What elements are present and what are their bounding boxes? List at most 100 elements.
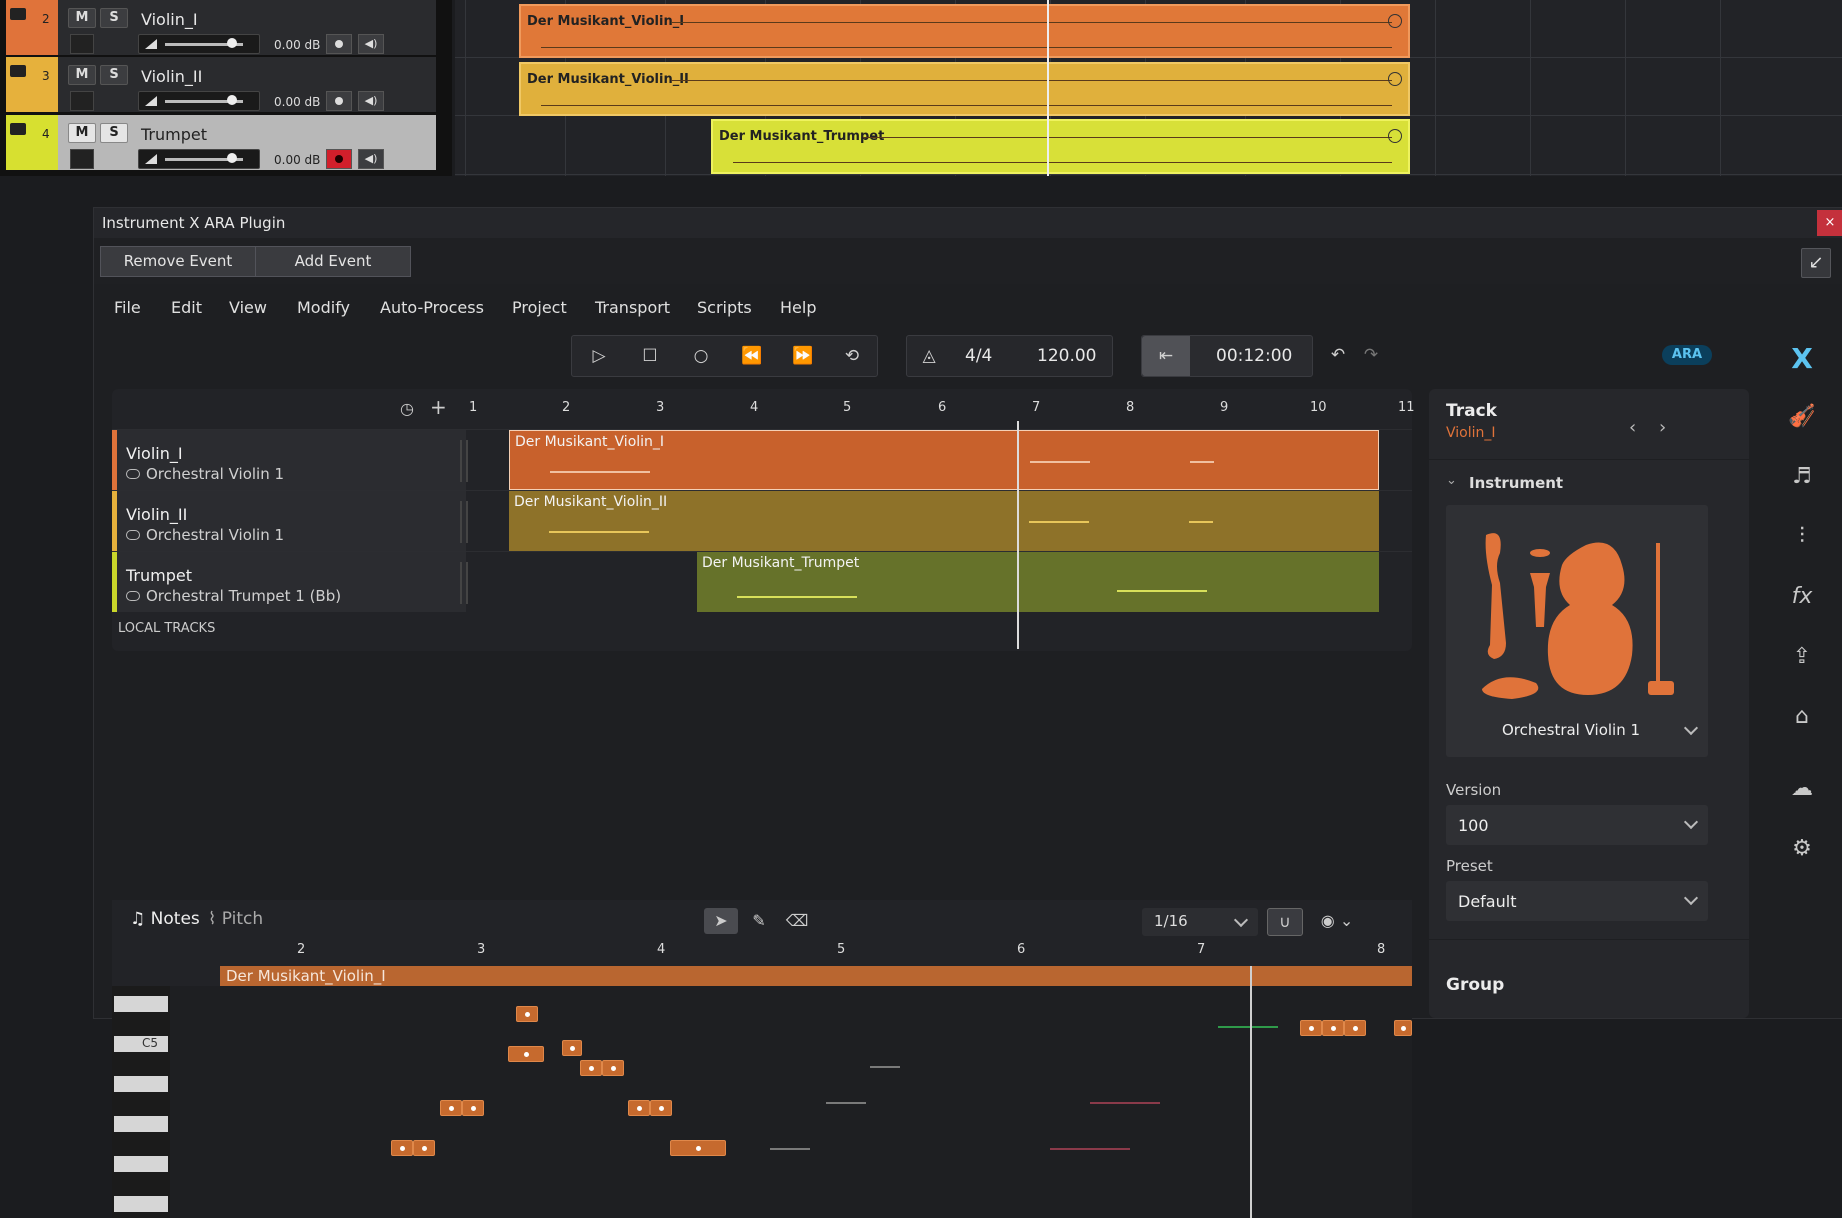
chevron-down-icon[interactable]: ⌄ xyxy=(1446,473,1457,488)
record-arm-button[interactable] xyxy=(326,34,352,54)
note[interactable] xyxy=(391,1140,413,1156)
tempo-value[interactable]: 120.00 xyxy=(1037,346,1096,366)
piano-key[interactable] xyxy=(114,996,168,1012)
visibility-eye-icon[interactable]: ◉ ⌄ xyxy=(1312,908,1362,934)
track-header[interactable]: Violin_I Orchestral Violin 1 xyxy=(112,430,468,490)
mute-button[interactable]: M xyxy=(68,65,96,85)
daw-arrange-view[interactable]: Der Musikant_Violin_I Der Musikant_Violi… xyxy=(455,0,1842,176)
daw-clip-violin-2[interactable]: Der Musikant_Violin_II xyxy=(519,62,1410,116)
menu-help[interactable]: Help xyxy=(780,298,816,317)
piano-key[interactable] xyxy=(114,1076,168,1092)
daw-track-violin-2[interactable]: 3 M S Violin_II 0.00 dB ◀) xyxy=(6,57,436,113)
robot-icon[interactable]: ⌂ xyxy=(1761,704,1842,729)
resize-handle[interactable] xyxy=(460,440,468,482)
note[interactable] xyxy=(628,1100,650,1116)
track-row-violin-2[interactable]: Violin_II Orchestral Violin 1 Der Musika… xyxy=(112,490,1412,551)
track-header[interactable]: Violin_II Orchestral Violin 1 xyxy=(112,491,468,551)
tab-notes[interactable]: ♫ Notes xyxy=(130,909,200,929)
daw-clip-trumpet[interactable]: Der Musikant_Trumpet xyxy=(711,119,1410,174)
return-to-start-icon[interactable]: ⇤ xyxy=(1142,336,1190,376)
note[interactable] xyxy=(1394,1020,1412,1036)
piano-key[interactable] xyxy=(114,1156,168,1172)
monitor-button[interactable]: ◀) xyxy=(358,149,384,169)
note[interactable] xyxy=(508,1046,544,1062)
track-header[interactable]: Trumpet Orchestral Trumpet 1 (Bb) xyxy=(112,552,468,612)
stop-icon[interactable]: ☐ xyxy=(625,336,675,376)
close-button[interactable]: × xyxy=(1817,210,1842,236)
mixer-sliders-icon[interactable]: ⫶ xyxy=(1761,524,1842,549)
mute-button[interactable]: M xyxy=(68,123,96,143)
collapse-icon[interactable]: ↙ xyxy=(1801,248,1831,278)
note[interactable] xyxy=(1344,1020,1366,1036)
note[interactable] xyxy=(650,1100,672,1116)
loop-icon[interactable]: ⟲ xyxy=(827,336,877,376)
instrument-section-label[interactable]: Instrument xyxy=(1469,474,1563,492)
arrangement-clip[interactable]: Der Musikant_Trumpet xyxy=(697,552,1379,612)
track-slot[interactable] xyxy=(70,149,94,169)
record-icon[interactable]: ○ xyxy=(676,336,726,376)
record-arm-button[interactable] xyxy=(326,91,352,111)
music-note-icon[interactable]: ♬ xyxy=(1761,464,1842,489)
tab-pitch[interactable]: ⌇ Pitch xyxy=(208,909,263,929)
resize-handle[interactable] xyxy=(460,562,468,604)
cloud-icon[interactable]: ☁ xyxy=(1761,776,1842,801)
menu-auto-process[interactable]: Auto-Process xyxy=(380,298,484,317)
remove-event-button[interactable]: Remove Event xyxy=(100,246,256,277)
roll-region-bar[interactable]: Der Musikant_Violin_I xyxy=(220,966,1412,986)
note[interactable] xyxy=(440,1100,462,1116)
chevron-left-icon[interactable]: ‹ xyxy=(1629,417,1636,438)
export-upload-icon[interactable]: ⇪ xyxy=(1761,644,1842,669)
volume-fader[interactable] xyxy=(138,149,260,169)
monitor-button[interactable]: ◀) xyxy=(358,91,384,111)
pointer-tool-icon[interactable]: ➤ xyxy=(704,908,738,934)
add-track-icon[interactable]: + xyxy=(430,395,447,419)
snap-magnet-icon[interactable]: ∪ xyxy=(1267,908,1303,936)
quantize-select[interactable]: 1/16 xyxy=(1142,908,1258,936)
note[interactable] xyxy=(462,1100,484,1116)
metronome-icon[interactable]: ◬ xyxy=(907,336,951,376)
roll-playhead[interactable] xyxy=(1250,966,1252,1218)
volume-fader[interactable] xyxy=(138,91,260,111)
eraser-tool-icon[interactable]: ⌫ xyxy=(780,908,814,934)
rewind-icon[interactable]: ⏪ xyxy=(727,336,777,376)
piano-key-c5[interactable]: C5 xyxy=(114,1036,168,1052)
menu-modify[interactable]: Modify xyxy=(297,298,350,317)
track-row-trumpet[interactable]: Trumpet Orchestral Trumpet 1 (Bb) Der Mu… xyxy=(112,551,1412,612)
menu-project[interactable]: Project xyxy=(512,298,567,317)
version-select[interactable]: 100 xyxy=(1446,805,1708,845)
volume-fader[interactable] xyxy=(138,34,260,54)
menu-view[interactable]: View xyxy=(229,298,267,317)
chevron-right-icon[interactable]: › xyxy=(1659,417,1666,438)
arrangement-playhead[interactable] xyxy=(1017,421,1019,649)
arrangement-clip[interactable]: Der Musikant_Violin_II xyxy=(509,491,1379,551)
undo-icon[interactable]: ↶ xyxy=(1323,335,1353,375)
record-arm-button[interactable] xyxy=(326,149,352,169)
track-row-violin-1[interactable]: Violin_I Orchestral Violin 1 Der Musikan… xyxy=(112,429,1412,490)
playhead[interactable] xyxy=(1047,0,1049,176)
menu-scripts[interactable]: Scripts xyxy=(697,298,752,317)
time-signature[interactable]: 4/4 xyxy=(965,346,992,366)
solo-button[interactable]: S xyxy=(100,123,128,143)
daw-track-trumpet[interactable]: 4 M S Trumpet 0.00 dB ◀) xyxy=(6,115,436,171)
piano-key[interactable] xyxy=(114,1196,168,1212)
note[interactable] xyxy=(562,1040,582,1056)
menu-edit[interactable]: Edit xyxy=(171,298,202,317)
plugin-titlebar[interactable]: Instrument X ARA Plugin × xyxy=(94,208,1842,238)
piano-keys[interactable]: C5 xyxy=(112,986,170,1218)
history-icon[interactable]: ◷ xyxy=(400,399,414,418)
menu-transport[interactable]: Transport xyxy=(595,298,670,317)
play-icon[interactable]: ▷ xyxy=(574,336,624,376)
effects-fx-icon[interactable]: fx xyxy=(1761,584,1842,609)
group-section-label[interactable]: Group xyxy=(1446,975,1504,995)
note[interactable] xyxy=(1322,1020,1344,1036)
note-grid[interactable] xyxy=(170,986,1412,1218)
mute-button[interactable]: M xyxy=(68,8,96,28)
solo-button[interactable]: S xyxy=(100,8,128,28)
redo-icon[interactable]: ↷ xyxy=(1356,335,1386,375)
instrument-violin-icon[interactable]: 🎻 xyxy=(1761,404,1842,429)
pencil-tool-icon[interactable]: ✎ xyxy=(742,908,776,934)
track-slot[interactable] xyxy=(70,91,94,111)
note[interactable] xyxy=(580,1060,602,1076)
note[interactable] xyxy=(670,1140,726,1156)
instrument-card[interactable]: Orchestral Violin 1 xyxy=(1446,505,1708,757)
